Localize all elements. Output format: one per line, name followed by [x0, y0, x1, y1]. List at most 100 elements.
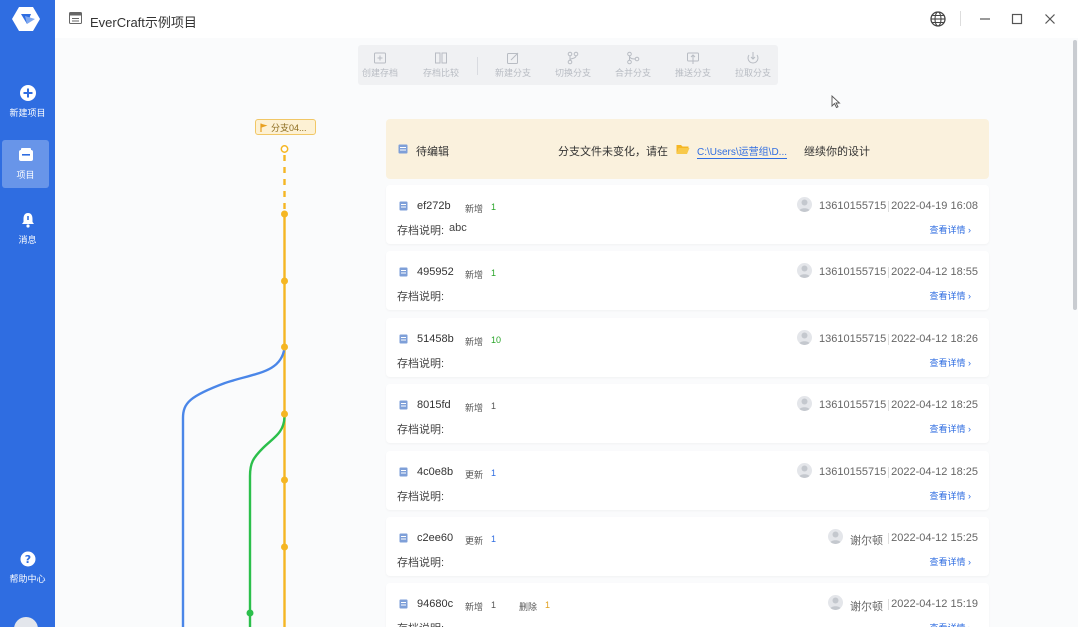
commit-date: 2022-04-12 18:25: [891, 465, 978, 478]
sidebar-item-project[interactable]: 项目: [2, 140, 49, 188]
commit-date: 2022-04-19 16:08: [891, 200, 978, 212]
push-branch-button[interactable]: 推送分支: [671, 51, 715, 79]
commit-card[interactable]: c2ee60 更新 1 谢尔顿 2022-04-12 15:25 存档说明: 查看详情 ›: [386, 517, 989, 576]
commit-document-icon: [399, 533, 408, 543]
commit-card[interactable]: 51458b 新增 10 13610155715 2022-04-12 18:26 存档说…: [386, 317, 989, 377]
view-details-link[interactable]: 查看详情 ›: [930, 289, 972, 302]
commit-author: 谢尔顿: [850, 601, 883, 614]
commit-date: 2022-04-12 18:25: [891, 399, 978, 412]
pending-edit-banner: 待编辑 分支文件未变化，请在 C:\Users\运营组\D... 继续你的设计: [386, 119, 989, 179]
app-logo-icon[interactable]: [11, 5, 41, 33]
local-path-link[interactable]: C:\Users\运营组\D...: [697, 143, 788, 159]
commit-author: 13610155715: [819, 266, 887, 279]
branch-line-blue: [181, 347, 286, 627]
branch-node-pending: [280, 145, 289, 153]
language-globe-icon[interactable]: [928, 9, 948, 29]
toolbar-button-label: 推送分支: [674, 68, 711, 78]
current-branch-tag[interactable]: 分支04...: [255, 119, 316, 135]
commit-document-icon: [399, 267, 408, 277]
commit-date: 2022-04-12 18:55: [891, 266, 978, 279]
change-type-label: 新增: [465, 403, 484, 414]
branch-graph: [181, 145, 289, 627]
toolbar-button-label: 切换分支: [554, 68, 591, 78]
pending-tail: 继续你的设计: [804, 146, 870, 158]
pending-message: 分支文件未变化，请在: [558, 146, 668, 158]
user-avatar-icon: [797, 396, 812, 412]
sidebar-item-label: 消息: [18, 235, 37, 245]
change-count: 1: [491, 401, 497, 412]
branch-toolbar: 创建存档 存档比较 新建分支 切换分支 合并分支 推送分支 拉取分支: [358, 45, 778, 85]
change-count: 10: [491, 334, 502, 345]
change-count: 1: [491, 202, 497, 212]
commit-node: [281, 210, 288, 218]
branch-line-green: [248, 416, 286, 627]
view-details-link[interactable]: 查看详情 ›: [930, 621, 972, 627]
commit-hash: ef272b: [417, 200, 451, 212]
svg-text:?: ?: [24, 553, 30, 566]
pending-title: 待编辑: [416, 146, 449, 158]
compare-saves-button[interactable]: 存档比较: [419, 51, 463, 79]
commit-hash: c2ee60: [417, 532, 454, 544]
commit-document-icon: [399, 400, 408, 410]
view-details-link[interactable]: 查看详情 ›: [930, 223, 972, 236]
user-avatar-icon: [797, 263, 812, 279]
maximize-button[interactable]: [1007, 9, 1027, 29]
toolbar-button-label: 存档比较: [422, 68, 459, 78]
main-content: 创建存档 存档比较 新建分支 切换分支 合并分支 推送分支 拉取分支 分支04.…: [55, 38, 1078, 627]
flag-icon: [260, 123, 268, 132]
toolbar-separator: [477, 57, 478, 75]
commit-card[interactable]: 8015fd 新增 1 13610155715 2022-04-12 18:25 存档说明…: [386, 384, 989, 444]
view-details-link[interactable]: 查看详情 ›: [930, 422, 972, 435]
vertical-scrollbar[interactable]: [1073, 40, 1077, 310]
window-title: EverCraft示例项目: [90, 15, 197, 30]
commit-card[interactable]: 4c0e8b 更新 1 13610155715 2022-04-12 18:25 存档说明…: [386, 450, 989, 510]
commit-node: [281, 410, 288, 418]
commit-document-icon: [399, 467, 408, 477]
commit-author: 13610155715: [819, 200, 887, 212]
user-avatar-icon: [797, 329, 812, 345]
user-avatar[interactable]: [14, 617, 38, 627]
commit-description-label: 存档说明:: [397, 557, 445, 569]
user-avatar-icon: [797, 197, 812, 212]
push-branch-icon: [687, 52, 699, 64]
pull-branch-button[interactable]: 拉取分支: [731, 51, 775, 79]
sidebar-item-new-project[interactable]: 新建项目: [0, 78, 55, 128]
change-type-label: 新增: [465, 602, 484, 613]
merge-branch-icon: [627, 51, 640, 65]
commit-card[interactable]: 94680c 新增 1 删除 1 谢尔顿 2022-04-12 15:19 存档说明: 查看详情…: [386, 583, 989, 627]
project-title-icon: [69, 12, 82, 24]
meta-separator: [888, 333, 889, 345]
commit-description-label: 存档说明:: [397, 291, 445, 304]
sidebar-item-help-center[interactable]: ? 帮助中心: [0, 544, 55, 594]
user-avatar-icon: [797, 462, 812, 478]
left-sidebar: 新建项目 项目 消息 ? 帮助中心: [0, 0, 55, 627]
branch-tag-label: 分支04...: [271, 122, 307, 133]
commit-hash: 8015fd: [417, 399, 451, 412]
folder-open-icon: [676, 145, 690, 154]
commit-author: 13610155715: [819, 332, 887, 345]
switch-branch-button[interactable]: 切换分支: [551, 51, 595, 79]
change-count: 1: [491, 268, 497, 279]
toolbar-button-label: 合并分支: [614, 68, 651, 78]
sidebar-item-label: 帮助中心: [9, 574, 46, 584]
new-branch-button[interactable]: 新建分支: [491, 51, 535, 79]
commit-description-label: 存档说明:: [397, 620, 444, 627]
minimize-button[interactable]: [975, 9, 995, 29]
title-bar: EverCraft示例项目: [55, 0, 1078, 38]
sidebar-item-label: 新建项目: [9, 108, 46, 118]
plus-circle-icon: [19, 84, 37, 102]
merge-branch-button[interactable]: 合并分支: [611, 51, 655, 79]
mouse-cursor-icon: [831, 95, 841, 109]
view-details-link[interactable]: 查看详情 ›: [930, 489, 972, 502]
view-details-link[interactable]: 查看详情 ›: [930, 555, 972, 568]
title-separator: [960, 11, 961, 26]
user-avatar-icon: [828, 595, 843, 611]
view-details-link[interactable]: 查看详情 ›: [930, 356, 972, 369]
meta-separator: [888, 599, 889, 611]
close-button[interactable]: [1040, 9, 1060, 29]
commit-author: 谢尔顿: [850, 535, 883, 547]
sidebar-item-messages[interactable]: 消息: [0, 205, 55, 255]
commit-hash: 4c0e8b: [417, 465, 454, 478]
commit-card[interactable]: ef272b 新增 1 13610155715 2022-04-19 16:08 存档说明…: [386, 185, 989, 244]
commit-card[interactable]: 495952 新增 1 13610155715 2022-04-12 18:55 存档说明…: [386, 251, 989, 311]
